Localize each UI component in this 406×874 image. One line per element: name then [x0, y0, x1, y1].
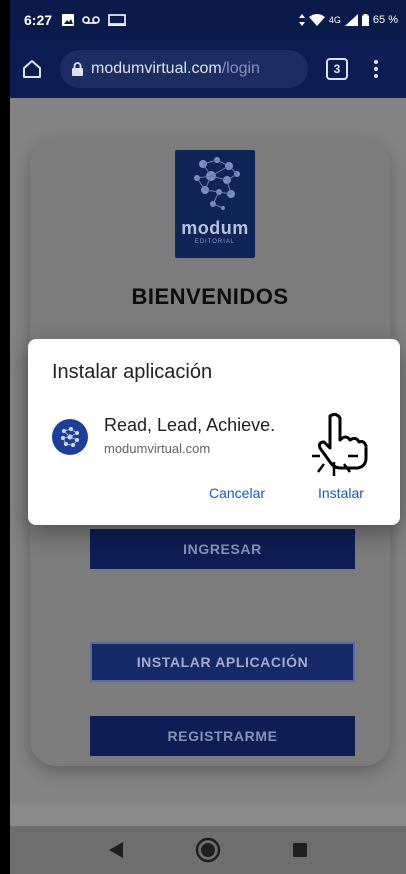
- tab-switcher-button[interactable]: 3: [326, 58, 348, 80]
- phone-screen: 6:27 4G 65 % modumvirtual.com/login 3 mo…: [10, 0, 406, 874]
- battery-percent: 65 %: [372, 14, 398, 26]
- browser-toolbar: modumvirtual.com/login 3: [10, 40, 406, 98]
- lock-icon: [72, 62, 83, 76]
- image-notification-icon: [62, 14, 75, 26]
- wifi-icon: [308, 14, 325, 26]
- logo-wordmark: modum: [181, 218, 249, 238]
- cell-signal-icon: [344, 14, 358, 26]
- menu-dot: [374, 74, 378, 78]
- app-name: Read, Lead, Achieve.: [104, 415, 276, 435]
- install-button[interactable]: Instalar: [318, 485, 364, 501]
- login-button[interactable]: INGRESAR: [90, 529, 355, 569]
- status-bar: 6:27 4G 65 %: [10, 0, 406, 40]
- hand-pointer-icon: [312, 412, 368, 476]
- browser-menu-button[interactable]: [372, 60, 380, 78]
- network-type: 4G: [328, 15, 341, 25]
- data-arrows-icon: [298, 14, 305, 26]
- system-navigation-bar: [10, 826, 406, 874]
- home-icon[interactable]: [20, 57, 44, 81]
- back-icon[interactable]: [96, 830, 136, 870]
- app-url: modumvirtual.com: [104, 441, 211, 456]
- url-domain: modumvirtual.com: [91, 60, 222, 77]
- address-bar[interactable]: modumvirtual.com/login: [60, 50, 308, 88]
- voicemail-icon: [82, 16, 100, 24]
- home-nav-icon[interactable]: [188, 830, 228, 870]
- status-time: 6:27: [24, 12, 53, 28]
- menu-dot: [374, 60, 378, 64]
- menu-dot: [374, 67, 378, 71]
- modum-logo: modum EDITORIAL: [175, 150, 255, 258]
- install-app-button[interactable]: INSTALAR APLICACIÓN: [90, 642, 355, 682]
- logo-subtitle: EDITORIAL: [194, 239, 236, 245]
- url-path: /login: [221, 60, 260, 77]
- system-status-icons: 4G 65 %: [298, 14, 398, 26]
- recents-icon[interactable]: [280, 830, 320, 870]
- cast-icon: [108, 14, 127, 26]
- register-button[interactable]: REGISTRARME: [90, 716, 355, 756]
- notification-icons: [62, 14, 127, 26]
- cancel-button[interactable]: Cancelar: [209, 485, 265, 501]
- welcome-heading: BIENVENIDOS: [131, 284, 289, 309]
- battery-icon: [361, 14, 369, 26]
- dialog-title: Instalar aplicación: [52, 361, 213, 383]
- app-icon: [52, 419, 88, 455]
- network-logo-icon: [194, 157, 240, 210]
